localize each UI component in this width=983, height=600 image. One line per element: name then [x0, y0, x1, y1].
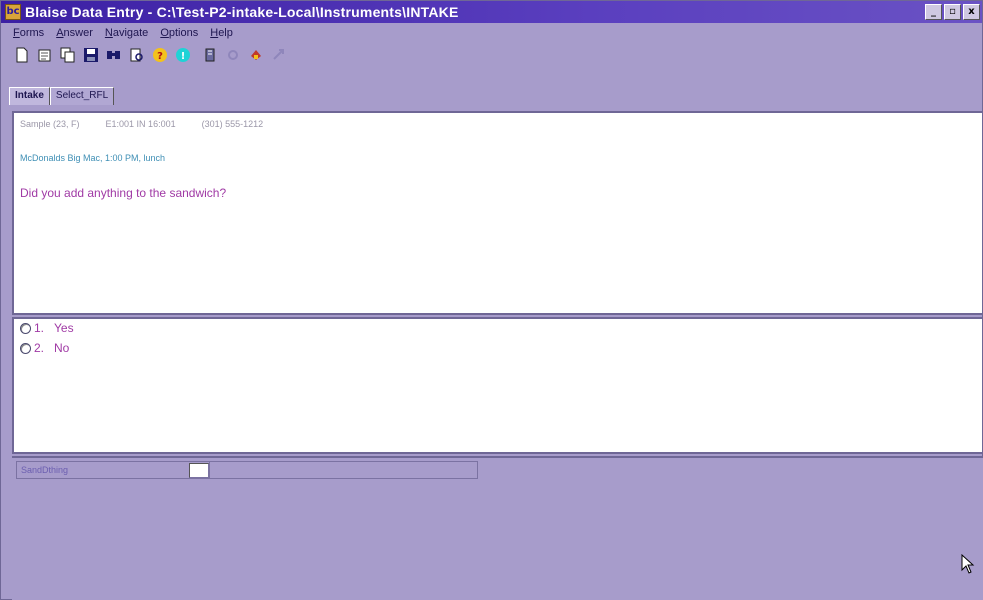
help-icon[interactable]: ? — [151, 46, 169, 64]
copy-icon[interactable] — [59, 46, 77, 64]
book-icon[interactable] — [201, 46, 219, 64]
tab-select-rfl[interactable]: Select_RFL — [49, 87, 115, 105]
answer-option-yes[interactable]: 1. Yes — [20, 321, 74, 335]
menu-navigate[interactable]: Navigate — [105, 27, 148, 39]
save-icon[interactable] — [82, 46, 100, 64]
answer-code: 2. — [34, 341, 45, 355]
window-title: Blaise Data Entry - C:\Test-P2-intake-Lo… — [25, 4, 459, 20]
menu-help[interactable]: Help — [210, 27, 233, 39]
field-value-area — [209, 462, 477, 478]
menu-answer-accel: A — [56, 27, 64, 39]
close-button[interactable]: x — [963, 4, 980, 20]
respondent-header: Sample (23, F) E1:001 IN 16:001 (301) 55… — [20, 119, 263, 129]
open-icon[interactable] — [36, 46, 54, 64]
toolbar: ? ! — [1, 43, 982, 67]
back-icon[interactable] — [224, 46, 242, 64]
blaise-app-icon[interactable]: bc — [5, 4, 21, 20]
phone-number: (301) 555-1212 — [201, 119, 264, 129]
menu-help-accel: H — [210, 27, 219, 39]
title-bar[interactable]: bc Blaise Data Entry - C:\Test-P2-intake… — [1, 1, 982, 23]
maximize-button[interactable]: ▫ — [944, 4, 961, 20]
svg-text:?: ? — [157, 51, 163, 62]
sample-info: Sample (23, F) — [20, 119, 80, 129]
menu-navigate-label: avigate — [112, 27, 149, 39]
radio-yes[interactable] — [20, 322, 31, 334]
menu-options[interactable]: Options — [160, 27, 198, 39]
new-file-icon[interactable] — [13, 46, 31, 64]
menu-bar: Forms Answer Navigate Options Help — [1, 24, 982, 42]
minimize-button[interactable]: _ — [925, 4, 942, 20]
food-context: McDonalds Big Mac, 1:00 PM, lunch — [20, 153, 166, 163]
field-label: SandDthing — [21, 465, 69, 475]
field-row-sanddthing: SandDthing — [16, 461, 478, 479]
answer-pane: 1. Yes 2. No — [12, 317, 983, 454]
answer-label: Yes — [54, 321, 74, 335]
menu-navigate-accel: N — [104, 27, 113, 39]
form-pane: SandDthing — [12, 456, 983, 600]
window-controls: _ ▫ x — [925, 4, 980, 20]
answer-label: No — [54, 341, 70, 355]
stop-icon[interactable] — [247, 46, 265, 64]
menu-forms-accel: F — [13, 27, 20, 39]
menu-forms[interactable]: Forms — [13, 27, 44, 39]
field-input[interactable] — [189, 462, 209, 478]
question-text: Did you add anything to the sandwich? — [20, 186, 227, 200]
app-window: bc Blaise Data Entry - C:\Test-P2-intake… — [0, 0, 983, 600]
answer-option-no[interactable]: 2. No — [20, 341, 69, 355]
answer-code: 1. — [34, 321, 45, 335]
info-icon[interactable]: ! — [174, 46, 192, 64]
menu-forms-label: orms — [19, 27, 45, 39]
case-id: E1:001 IN 16:001 — [105, 119, 176, 129]
question-pane: Sample (23, F) E1:001 IN 16:001 (301) 55… — [12, 111, 983, 315]
menu-answer[interactable]: Answer — [56, 27, 93, 39]
menu-answer-label: nswer — [63, 27, 93, 39]
mouse-cursor-icon — [961, 553, 975, 574]
radio-no[interactable] — [20, 342, 31, 354]
svg-text:!: ! — [181, 51, 186, 62]
print-preview-icon[interactable] — [128, 46, 146, 64]
menu-help-label: elp — [218, 27, 233, 39]
forward-icon[interactable] — [270, 46, 288, 64]
find-icon[interactable] — [105, 46, 123, 64]
tab-intake[interactable]: Intake — [9, 87, 50, 105]
page-tabs: Intake Select_RFL — [9, 87, 115, 105]
menu-options-accel: O — [160, 27, 169, 39]
menu-options-label: ptions — [168, 27, 199, 39]
